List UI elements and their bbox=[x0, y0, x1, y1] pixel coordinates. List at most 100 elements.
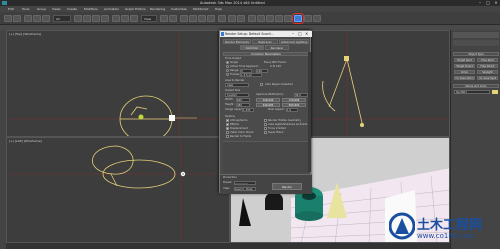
atmospherics-checkbox[interactable] bbox=[226, 119, 229, 122]
object-type-rollout[interactable]: Object Type bbox=[453, 52, 499, 56]
bind-space-warp-icon[interactable] bbox=[42, 15, 50, 22]
output-size-dropdown[interactable]: Custom bbox=[225, 93, 249, 97]
view-dropdown[interactable]: Quad 4 - Persp bbox=[234, 187, 256, 191]
skylight-button[interactable]: Skylight bbox=[477, 70, 498, 74]
dialog-scroll-area[interactable] bbox=[223, 141, 309, 173]
menu-item-tools[interactable]: Tools bbox=[22, 7, 29, 11]
dialog-title-bar[interactable]: Render Setup: Default Scanli... – □ × bbox=[220, 31, 312, 37]
schematic-view-icon[interactable] bbox=[275, 15, 283, 22]
frames-radio[interactable] bbox=[226, 73, 229, 76]
create-category-icons[interactable] bbox=[453, 40, 499, 46]
single-radio[interactable] bbox=[226, 61, 229, 64]
target-direct-button[interactable]: Target Direct bbox=[454, 64, 475, 68]
menu-item-group[interactable]: Group bbox=[37, 7, 46, 11]
menu-item-create[interactable]: Create bbox=[67, 7, 77, 11]
dialog-scrollbar[interactable] bbox=[308, 52, 311, 172]
menu-item-animation[interactable]: Animation bbox=[104, 7, 119, 11]
link-icon[interactable] bbox=[24, 15, 32, 22]
preset-640x480-button[interactable]: 640x480 bbox=[256, 103, 280, 107]
preset-320x240-button[interactable]: 320x240 bbox=[256, 98, 280, 102]
selection-filter-dropdown[interactable]: All bbox=[53, 15, 71, 22]
mr-area-spot-button[interactable]: mr Area Spot bbox=[477, 76, 498, 80]
move-icon[interactable] bbox=[112, 15, 120, 22]
menu-item-edit[interactable]: Edit bbox=[8, 7, 14, 11]
snaps-toggle-icon[interactable] bbox=[180, 15, 188, 22]
image-aspect-field[interactable]: 1.333 bbox=[242, 108, 254, 112]
mr-area-omni-button[interactable]: mr Area Omni bbox=[454, 76, 475, 80]
command-panel-tabs[interactable] bbox=[453, 32, 499, 38]
reference-coordinate-dropdown[interactable]: View bbox=[141, 15, 157, 22]
manipulate-icon[interactable] bbox=[169, 15, 177, 22]
preset-dropdown[interactable]: --------------- bbox=[234, 181, 256, 185]
app-logo-icon[interactable] bbox=[2, 1, 7, 5]
render-production-icon[interactable] bbox=[313, 15, 321, 22]
object-color-swatch[interactable] bbox=[492, 90, 498, 94]
undo-icon[interactable] bbox=[4, 15, 12, 22]
video-color-check-checkbox[interactable] bbox=[226, 131, 229, 134]
range-radio[interactable] bbox=[226, 69, 229, 72]
select-object-icon[interactable] bbox=[74, 15, 82, 22]
dialog-minimize-icon[interactable]: – bbox=[292, 31, 294, 37]
percent-snap-icon[interactable] bbox=[198, 15, 206, 22]
free-direct-button[interactable]: Free Direct bbox=[477, 64, 498, 68]
menu-item-graph-editors[interactable]: Graph Editors bbox=[125, 7, 146, 11]
menu-item-modifiers[interactable]: Modifiers bbox=[84, 7, 98, 11]
viewport-left[interactable]: [+] [Left] [Wireframe] bbox=[6, 137, 230, 243]
mirror-icon[interactable] bbox=[228, 15, 236, 22]
angle-snap-icon[interactable] bbox=[189, 15, 197, 22]
pivot-icon[interactable] bbox=[160, 15, 168, 22]
rotate-icon[interactable] bbox=[121, 15, 129, 22]
auto-region-selected-checkbox[interactable] bbox=[260, 83, 263, 86]
dialog-close-icon[interactable]: × bbox=[305, 31, 308, 37]
common-parameters-rollout[interactable]: Common Parameters bbox=[223, 52, 309, 56]
pixel-aspect-field[interactable]: 1.0 bbox=[286, 108, 298, 112]
dialog-maximize-icon[interactable]: □ bbox=[298, 31, 302, 37]
aperture-width-field[interactable]: 36.0 bbox=[294, 93, 308, 97]
menu-item-customize[interactable]: Customize bbox=[171, 7, 187, 11]
rendered-frame-window-icon[interactable] bbox=[304, 15, 312, 22]
graphite-toggle-icon[interactable] bbox=[257, 15, 265, 22]
omni-button[interactable]: Omni bbox=[454, 70, 475, 74]
width-field[interactable]: 640 bbox=[236, 98, 250, 102]
area-lights-checkbox[interactable] bbox=[264, 123, 267, 126]
preset-720x486-button[interactable]: 720x486 bbox=[282, 98, 306, 102]
name-and-color-rollout[interactable]: Name and Color bbox=[453, 84, 499, 88]
target-spot-button[interactable]: Target Spot bbox=[454, 58, 475, 62]
menu-item-maxscript[interactable]: MAXScript bbox=[193, 7, 208, 11]
redo-icon[interactable] bbox=[13, 15, 21, 22]
layer-manager-icon[interactable] bbox=[248, 15, 256, 22]
spinner-snap-icon[interactable] bbox=[207, 15, 215, 22]
material-editor-icon[interactable] bbox=[284, 15, 292, 22]
height-field[interactable]: 480 bbox=[236, 103, 250, 107]
tab-common[interactable]: Common bbox=[240, 45, 264, 50]
preset-800x600-button[interactable]: 800x600 bbox=[282, 103, 306, 107]
unlink-icon[interactable] bbox=[33, 15, 41, 22]
region-select-icon[interactable] bbox=[92, 15, 100, 22]
render-to-fields-checkbox[interactable] bbox=[226, 135, 229, 138]
viewport-top[interactable]: [+] [Top] [Wireframe] bbox=[6, 30, 230, 137]
tab-renderer[interactable]: Renderer bbox=[265, 45, 289, 50]
named-selection-icon[interactable] bbox=[218, 15, 226, 22]
render-setup-icon[interactable] bbox=[292, 13, 304, 24]
object-name-field[interactable]: Spot001 bbox=[454, 90, 490, 94]
area-to-render-dropdown[interactable]: View bbox=[225, 83, 249, 87]
force-2-sided-checkbox[interactable] bbox=[264, 127, 267, 130]
window-crossing-icon[interactable] bbox=[101, 15, 109, 22]
curve-editor-icon[interactable] bbox=[266, 15, 274, 22]
tab-advanced-lighting[interactable]: Advanced Lighting bbox=[279, 39, 309, 44]
menu-item-views[interactable]: Views bbox=[52, 7, 61, 11]
active-time-segment-radio[interactable] bbox=[226, 65, 229, 68]
render-button[interactable]: Render bbox=[272, 183, 302, 190]
align-icon[interactable] bbox=[237, 15, 245, 22]
displacement-checkbox[interactable] bbox=[226, 127, 229, 130]
menu-item-help[interactable]: Help bbox=[215, 7, 222, 11]
menu-item-rendering[interactable]: Rendering bbox=[150, 7, 165, 11]
frames-field[interactable]: 1,3,5-12 bbox=[240, 73, 262, 77]
select-by-name-icon[interactable] bbox=[83, 15, 91, 22]
tab-render-elements[interactable]: Render Elements bbox=[223, 39, 251, 44]
super-black-checkbox[interactable] bbox=[264, 131, 267, 134]
tab-raytracer[interactable]: Raytracer bbox=[252, 39, 278, 44]
render-hidden-geometry-checkbox[interactable] bbox=[264, 119, 267, 122]
free-spot-button[interactable]: Free Spot bbox=[477, 58, 498, 62]
effects-checkbox[interactable] bbox=[226, 123, 229, 126]
